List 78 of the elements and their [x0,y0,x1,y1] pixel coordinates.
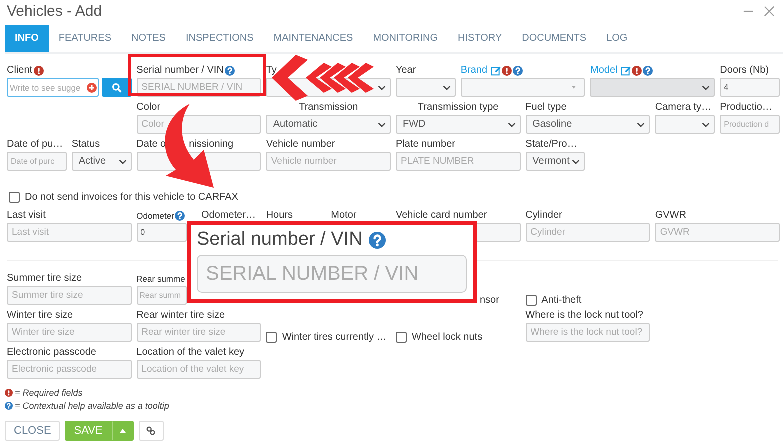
field-label: Odometer [136,210,174,220]
checkbox-label: Anti-theft [542,295,582,306]
field-label: Fuel type [526,102,567,113]
tab[interactable]: INSPECTIONS [176,25,264,52]
input-field[interactable]: Location of the valet key [136,360,262,379]
field-label: Date of pu… [7,139,64,150]
input-field[interactable]: Production d [720,115,780,134]
field-label: Rear summe [136,274,186,284]
dropdown[interactable]: Active [72,152,132,171]
input-field[interactable]: 0 [136,223,187,242]
field-label: State/Pro… [526,139,578,150]
input-field[interactable]: Rear summ [136,286,187,305]
tab[interactable]: DOCUMENTS [512,25,597,52]
field-label: Location of the valet key [136,347,245,358]
field-label: Ty [266,65,277,76]
field-label: Date o [136,139,166,150]
field-label: Color [136,102,161,113]
field-label: Serial number / VIN [197,229,363,251]
checkbox-label: nsor [480,295,500,306]
input-field[interactable]: PLATE NUMBER [396,152,521,171]
input-field[interactable]: Date of purc [7,152,67,171]
tab[interactable]: MAINTENANCES [264,25,364,52]
dropdown[interactable]: Vermont [526,152,586,171]
window-title: Vehicles - Add [7,2,104,20]
field-label: Serial number / VIN [136,65,224,76]
input-field[interactable]: Summer tire size [7,286,132,305]
field-label: Where is the lock nut tool? [526,310,644,321]
field-label: Cylinder [526,210,562,221]
field-label: Year [396,65,416,76]
input-field[interactable]: Write to see sugge [7,78,99,97]
field-label: Camera ty… [655,102,712,113]
dropdown[interactable]: Automatic [266,115,391,134]
input-field[interactable]: Last visit [7,223,132,242]
legend-text: = Required fields [15,388,83,398]
tab[interactable]: INFO [5,25,49,52]
input-field[interactable]: Rear winter tire size [136,323,262,342]
field-label: Electronic passcode [7,347,96,358]
field-label: nissioning [189,139,234,150]
input-field[interactable]: Cylinder [526,223,650,242]
field-label: Odometer… [201,210,256,221]
input-field[interactable]: Where is the lock nut tool? [526,323,650,342]
tab[interactable]: FEATURES [48,25,122,52]
save-button[interactable]: SAVE [65,421,112,441]
tab[interactable]: NOTES [122,25,176,52]
dropdown[interactable]: Gasoline [526,115,650,134]
field-label: Hours [266,210,294,221]
input-field[interactable]: Winter tire size [7,323,132,342]
field-label: Status [72,139,100,150]
field-label: Motor [331,210,357,221]
field-label: Plate number [396,139,456,150]
tab[interactable]: MONITORING [363,25,448,52]
tab[interactable]: HISTORY [448,25,512,52]
input-field[interactable]: Color [136,115,262,134]
field-link[interactable]: Brand [460,65,488,76]
tab[interactable]: LOG [596,25,638,52]
input-field[interactable]: 4 [720,78,780,97]
field-label: Transmission [299,102,358,113]
close-button[interactable]: CLOSE [5,421,60,441]
checkbox-label: Do not send invoices for this vehicle to CARFAX [25,192,238,202]
checkbox-label: Winter tires currently … [282,332,387,343]
input-field[interactable]: Electronic passcode [7,360,132,379]
field-label: Winter tire size [7,310,74,321]
input-field[interactable]: Vehicle number [266,152,391,171]
dropdown[interactable]: FWD [396,115,521,134]
input-field[interactable]: GVWR [655,223,780,242]
field-label: GVWR [655,210,686,221]
field-label: Last visit [7,210,46,221]
input-field[interactable]: SERIAL NUMBER / VIN [197,255,467,293]
legend-text: = Contextual help available as a tooltip [15,401,170,411]
field-label: Summer tire size [7,273,82,284]
field-label: Vehicle card number [396,210,488,221]
field-label: Client [7,65,33,76]
field-label: Productio… [720,102,772,113]
checkbox-label: Wheel lock nuts [412,332,483,343]
field-label: Vehicle number [266,139,336,150]
field-label: Transmission type [418,102,499,113]
field-label: Rear winter tire size [136,310,226,321]
field-label: Doors (Nb) [720,65,770,76]
